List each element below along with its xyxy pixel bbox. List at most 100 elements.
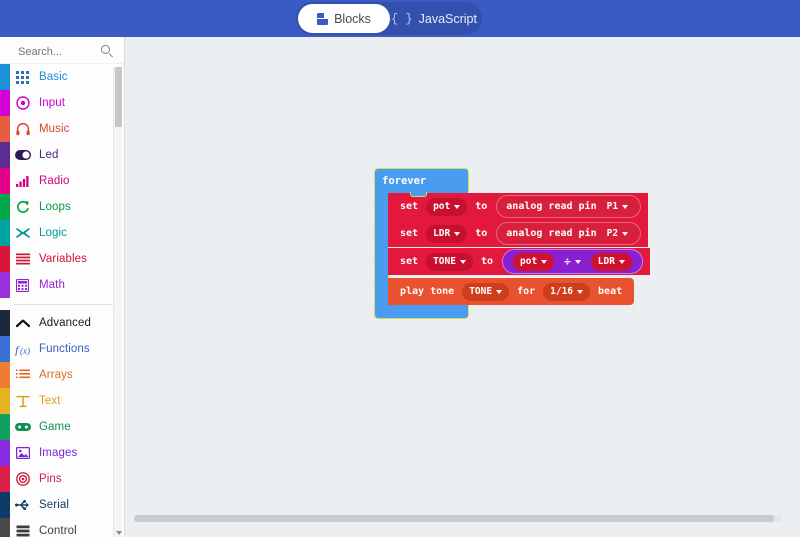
pin-target-icon (14, 472, 31, 486)
beat-label: beat (598, 286, 623, 297)
set-variable-block-ldr[interactable]: set LDR to analog read pin P2 (388, 220, 649, 247)
search-input[interactable] (18, 45, 100, 58)
category-color-strip (0, 64, 10, 90)
set-variable-block-pot[interactable]: set pot to analog read pin P1 (388, 192, 649, 220)
forever-block-arm (374, 193, 389, 300)
chevron-down-icon (622, 204, 629, 209)
forever-block[interactable]: forever (374, 168, 469, 319)
lines-icon (14, 253, 31, 265)
category-color-strip (0, 220, 10, 246)
category-color-strip (0, 362, 10, 388)
chevron-down-icon (541, 259, 548, 264)
sidebar-item-logic[interactable]: Logic (0, 220, 124, 246)
chevron-down-icon (618, 259, 625, 264)
sidebar-item-led[interactable]: Led (0, 142, 124, 168)
to-label: to (475, 228, 488, 239)
grid-icon (14, 70, 31, 84)
toggle-icon (14, 150, 31, 160)
tab-blocks[interactable]: Blocks (298, 4, 390, 33)
analog-read-pin-label: analog read pin (506, 201, 597, 212)
category-color-strip (0, 194, 10, 220)
sidebar-item-functions[interactable]: f (x) Functions (0, 336, 124, 362)
search-icon[interactable] (101, 45, 114, 58)
sidebar-item-arrays[interactable]: Arrays (0, 362, 124, 388)
svg-text:(x): (x) (20, 346, 30, 356)
category-list: Basic Input Music Led Radio Loops Logic … (0, 64, 124, 537)
chevron-down-icon (496, 289, 503, 294)
sidebar-item-text[interactable]: Text (0, 388, 124, 414)
toolbox-scrollbar[interactable] (113, 67, 122, 537)
workspace-horizontal-scrollbar[interactable] (134, 515, 782, 522)
scroll-down-arrow-icon[interactable] (115, 528, 122, 537)
analog-read-pin-label: analog read pin (506, 228, 597, 239)
list-icon (14, 369, 31, 381)
editor-mode-toggle[interactable]: Blocks { } JavaScript (296, 2, 482, 35)
headphones-icon (14, 122, 31, 136)
tab-javascript-label: JavaScript (418, 11, 477, 26)
sidebar-item-input[interactable]: Input (0, 90, 124, 116)
chevron-down-icon (574, 259, 581, 264)
sidebar-item-label: Control (39, 525, 77, 537)
for-label: for (517, 286, 536, 297)
usb-icon (14, 499, 31, 511)
sidebar-item-advanced[interactable]: Advanced (0, 310, 124, 336)
text-icon (14, 395, 31, 408)
sidebar-item-control[interactable]: Control (0, 518, 124, 537)
sidebar-item-label: Radio (39, 175, 70, 187)
operand-label: pot (520, 256, 538, 267)
blocks-icon (317, 12, 329, 25)
sidebar-item-pins[interactable]: Pins (0, 466, 124, 492)
sidebar-item-label: Serial (39, 499, 70, 511)
sidebar-item-variables[interactable]: Variables (0, 246, 124, 272)
sidebar-item-label: Led (39, 149, 59, 161)
chevron-down-icon (454, 231, 461, 236)
operator-dropdown[interactable]: ÷ (561, 255, 584, 268)
sidebar-item-label: Input (39, 97, 66, 109)
server-icon (14, 525, 31, 537)
variable-dropdown-tone[interactable]: TONE (426, 252, 473, 271)
sidebar-item-basic[interactable]: Basic (0, 64, 124, 90)
curly-braces-icon: { } (391, 11, 413, 26)
shuffle-icon (14, 227, 31, 239)
analog-read-pin-block-p1[interactable]: analog read pin P1 (496, 195, 642, 218)
sidebar-item-serial[interactable]: Serial (0, 492, 124, 518)
top-header-bar: Blocks { } JavaScript (0, 0, 800, 37)
block-stack[interactable]: forever set pot to analog read pin P1 se… (374, 168, 650, 319)
variable-dropdown-pot[interactable]: pot (426, 197, 468, 216)
category-color-strip (0, 388, 10, 414)
sidebar-item-radio[interactable]: Radio (0, 168, 124, 194)
sidebar-item-images[interactable]: Images (0, 440, 124, 466)
sidebar-item-label: Advanced (39, 317, 91, 329)
category-color-strip (0, 440, 10, 466)
category-color-strip (0, 310, 10, 336)
variable-dropdown-ldr[interactable]: LDR (426, 224, 468, 243)
category-color-strip (0, 168, 10, 194)
blocks-workspace[interactable]: forever set pot to analog read pin P1 se… (126, 37, 800, 537)
sidebar-item-music[interactable]: Music (0, 116, 124, 142)
tone-dropdown[interactable]: TONE (462, 282, 510, 301)
pin-dropdown-p2[interactable]: P2 (600, 225, 629, 243)
toolbox-sidebar[interactable]: Basic Input (0, 37, 125, 537)
sidebar-item-math[interactable]: Math (0, 272, 124, 298)
operand-dropdown-ldr[interactable]: LDR (590, 252, 632, 271)
set-variable-block-tone[interactable]: set TONE to pot ÷ LDR (388, 248, 650, 275)
sidebar-item-loops[interactable]: Loops (0, 194, 124, 220)
to-label: to (480, 256, 493, 267)
toolbox-divider (14, 304, 116, 305)
variable-dropdown-label: TONE (433, 256, 456, 267)
pin-dropdown-p1[interactable]: P1 (600, 198, 629, 216)
tone-dropdown-label: TONE (469, 286, 493, 297)
beat-dropdown[interactable]: 1/16 (543, 282, 591, 301)
sidebar-item-game[interactable]: Game (0, 414, 124, 440)
tab-javascript[interactable]: { } JavaScript (390, 4, 478, 33)
math-operation-block[interactable]: pot ÷ LDR (502, 249, 643, 274)
search-row[interactable] (0, 40, 124, 64)
operand-dropdown-pot[interactable]: pot (513, 252, 555, 271)
play-tone-block[interactable]: play tone TONE for 1/16 beat (388, 278, 635, 305)
category-color-strip (0, 492, 10, 518)
set-label: set (400, 228, 419, 239)
analog-read-pin-block-p2[interactable]: analog read pin P2 (496, 222, 642, 245)
workspace-scrollbar-thumb[interactable] (134, 515, 774, 522)
set-label: set (400, 256, 419, 267)
toolbox-scrollbar-thumb[interactable] (115, 67, 122, 127)
